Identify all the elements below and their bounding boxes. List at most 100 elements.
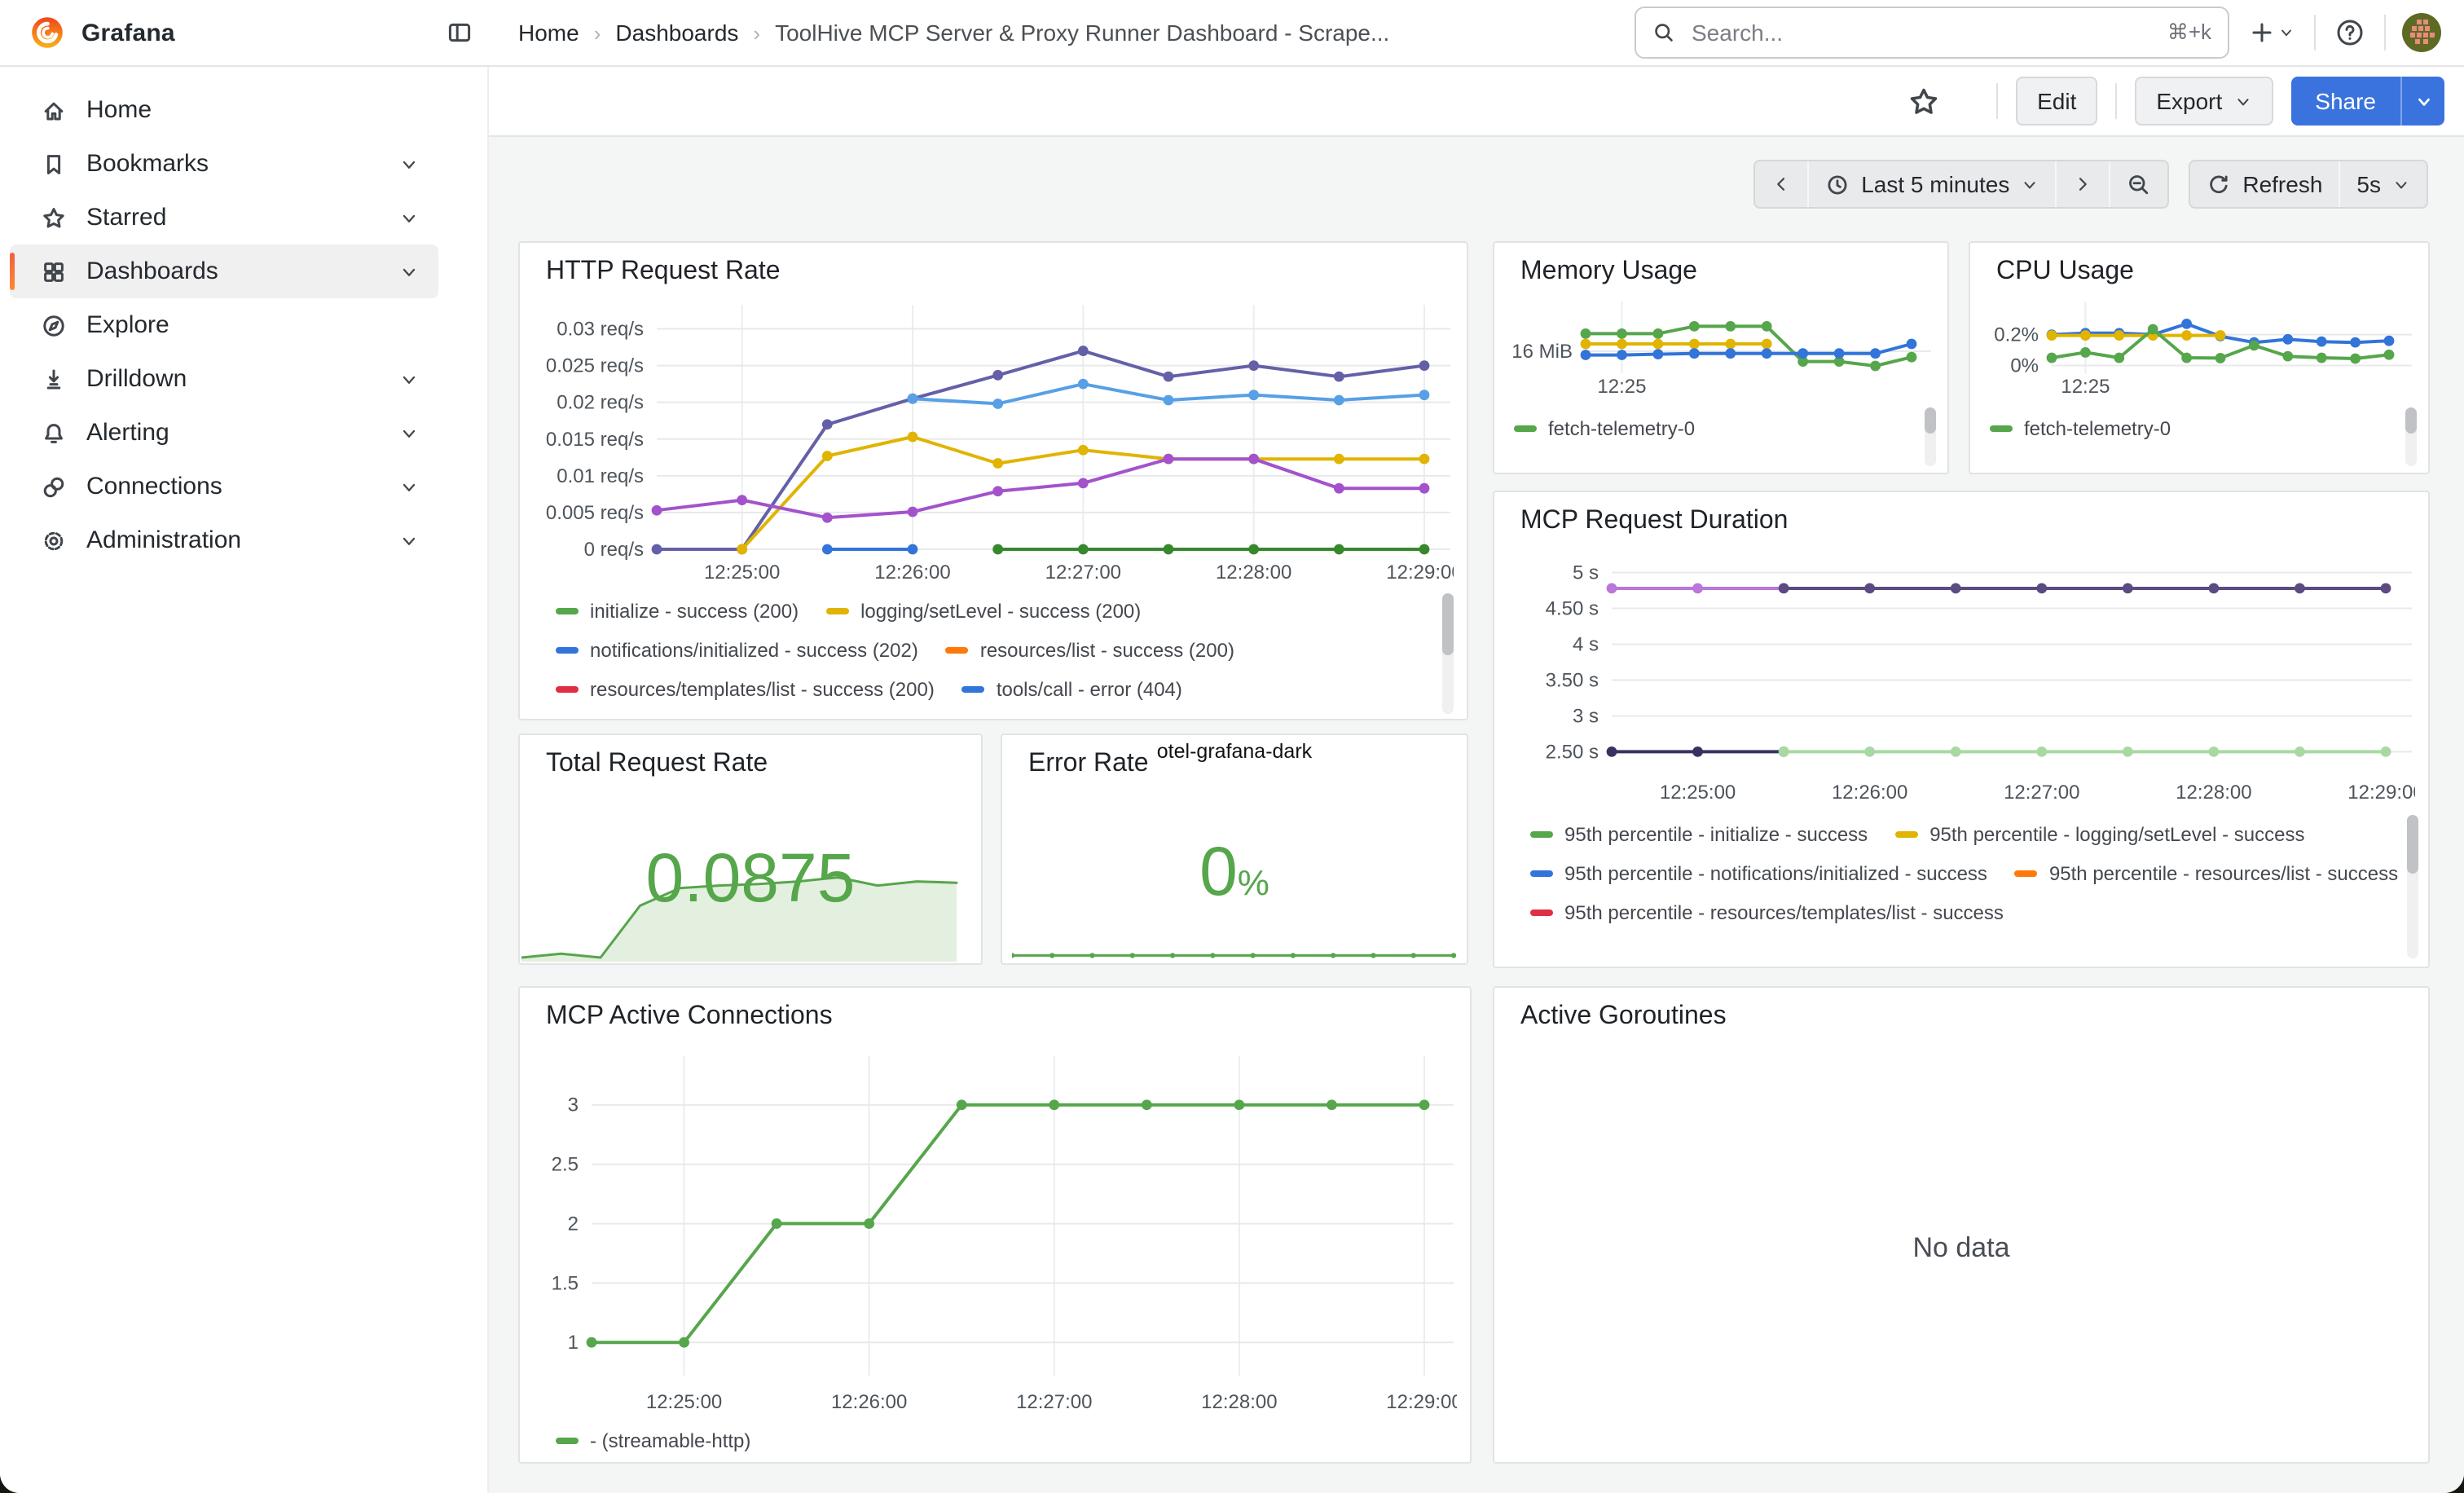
legend-item[interactable]: tools/call - error (404) (962, 670, 1182, 709)
panel-mcp-active-connections: MCP Active Connections 32.521.5112:25:00… (518, 986, 1472, 1464)
legend-swatch (1895, 831, 1918, 838)
time-range-picker[interactable]: Last 5 minutes (1807, 161, 2055, 207)
compass-icon (41, 312, 67, 338)
sidebar-item-bookmarks[interactable]: Bookmarks (0, 137, 438, 191)
sidebar-item-connections[interactable]: Connections (0, 460, 438, 513)
legend-swatch (2015, 870, 2038, 877)
share-menu-button[interactable] (2400, 77, 2444, 126)
refresh-interval-picker[interactable]: 5s (2339, 161, 2427, 207)
legend-item[interactable]: tools/call - success (200) (556, 709, 805, 719)
svg-text:0.01 req/s: 0.01 req/s (557, 465, 644, 487)
svg-text:0 req/s: 0 req/s (584, 539, 644, 561)
sidebar-item-alerting[interactable]: Alerting (0, 406, 438, 460)
bell-icon (41, 420, 67, 446)
chevron-down-icon (399, 369, 419, 389)
legend-item[interactable]: initialize - success (200) (556, 592, 799, 631)
help-button[interactable] (2332, 15, 2368, 51)
gear-icon (41, 527, 67, 553)
legend-scrollbar-thumb[interactable] (2407, 815, 2418, 874)
chevron-down-icon (399, 262, 419, 281)
time-back-button[interactable] (1755, 161, 1807, 207)
panel-title[interactable]: Active Goroutines (1494, 988, 2428, 1043)
panel-title[interactable]: Memory Usage (1494, 243, 1947, 298)
refresh-group: Refresh 5s (2189, 160, 2428, 209)
sidebar-item-home[interactable]: Home (0, 83, 438, 137)
svg-text:16 MiB: 16 MiB (1511, 341, 1573, 363)
sidebar-item-label: Connections (86, 473, 222, 500)
share-split-button: Share (2290, 77, 2444, 126)
error-rate-sparkline (1012, 940, 1457, 960)
legend-item[interactable]: 95th percentile - notifications/initiali… (1530, 854, 1987, 893)
svg-text:12:28:00: 12:28:00 (2176, 782, 2251, 804)
legend-scrollbar-thumb[interactable] (1925, 407, 1936, 434)
panel-title[interactable]: HTTP Request Rate (520, 243, 1467, 298)
divider (2314, 15, 2316, 51)
home-icon (41, 97, 67, 123)
legend-item[interactable]: notifications/initialized - success (202… (556, 631, 918, 670)
no-data-message: No data (1494, 1232, 2428, 1265)
legend-swatch (1530, 831, 1553, 838)
panel-collapse-icon (447, 20, 473, 46)
legend-item[interactable]: logging/setLevel - success (200) (826, 592, 1141, 631)
search-box[interactable]: ⌘+k (1635, 7, 2229, 59)
export-button[interactable]: Export (2135, 77, 2273, 126)
svg-text:0.015 req/s: 0.015 req/s (546, 429, 644, 451)
sidebar-item-starred[interactable]: Starred (0, 191, 438, 244)
avatar-image (2402, 13, 2441, 52)
legend-label: resources/list - success (200) (980, 639, 1234, 662)
legend-item[interactable]: 95th percentile - logging/setLevel - suc… (1895, 815, 2304, 854)
svg-text:12:26:00: 12:26:00 (874, 562, 950, 584)
sidebar-item-label: Explore (86, 311, 169, 339)
mcp-request-duration-chart: 5 s4.50 s4 s3.50 s3 s2.50 s12:25:0012:26… (1511, 548, 2415, 808)
zoom-out-button[interactable] (2109, 161, 2167, 207)
breadcrumb-dashboards[interactable]: Dashboards (615, 20, 738, 46)
legend-scrollbar-thumb[interactable] (2405, 407, 2417, 434)
sidebar-item-label: Drilldown (86, 365, 187, 393)
error-rate-unit: % (1238, 862, 1269, 903)
chevron-down-icon (399, 531, 419, 550)
svg-text:12:27:00: 12:27:00 (2004, 782, 2079, 804)
time-forward-button[interactable] (2055, 161, 2109, 207)
sidebar-item-administration[interactable]: Administration (0, 513, 438, 567)
legend-scrollbar-thumb[interactable] (1442, 593, 1454, 655)
svg-text:0.02 req/s: 0.02 req/s (557, 392, 644, 414)
sidebar-item-drilldown[interactable]: Drilldown (0, 352, 438, 406)
legend-label: tools/call - error (404) (997, 678, 1182, 701)
share-button[interactable]: Share (2290, 77, 2400, 126)
legend-item[interactable]: - (streamable-http) (556, 1421, 750, 1460)
divider (1996, 83, 1998, 119)
star-dashboard-button[interactable] (1905, 82, 1943, 120)
legend-item[interactable]: 95th percentile - resources/templates/li… (1530, 893, 2004, 932)
legend-item[interactable]: unknown - success (200) (1105, 709, 1357, 719)
panel-title[interactable]: Total Request Rate (520, 735, 981, 791)
sidebar: Home Bookmarks Starred (0, 67, 489, 1493)
svg-text:12:25: 12:25 (1597, 376, 1646, 398)
panel-title[interactable]: CPU Usage (1970, 243, 2428, 298)
cpu-legend: fetch-telemetry-0 (1990, 409, 2402, 448)
panel-title[interactable]: MCP Active Connections (520, 988, 1470, 1043)
sidebar-item-dashboards[interactable]: Dashboards (10, 244, 438, 298)
refresh-button[interactable]: Refresh (2190, 161, 2339, 207)
legend-item[interactable]: 95th percentile - resources/list - succe… (2015, 854, 2398, 893)
panel-title[interactable]: MCP Request Duration (1494, 492, 2428, 548)
svg-text:12:29:00: 12:29:00 (2347, 782, 2415, 804)
time-range-group: Last 5 minutes (1753, 160, 2169, 209)
user-avatar[interactable] (2402, 13, 2441, 52)
breadcrumb-home[interactable]: Home (518, 20, 579, 46)
legend-item[interactable]: resources/templates/list - success (200) (556, 670, 935, 709)
search-shortcut: ⌘+k (2167, 20, 2211, 46)
panel-memory-usage: Memory Usage 16 MiB 12:25 fetch-telemetry… (1493, 241, 1949, 474)
edit-button[interactable]: Edit (2016, 77, 2097, 126)
sidebar-collapse-button[interactable] (447, 20, 473, 46)
legend-item[interactable]: fetch-telemetry-0 (1990, 409, 2171, 448)
connections-legend: - (streamable-http) (556, 1421, 1444, 1464)
legend-item[interactable]: resources/list - success (200) (946, 631, 1234, 670)
add-button[interactable] (2246, 16, 2298, 49)
legend-item[interactable]: 95th percentile - initialize - success (1530, 815, 1868, 854)
search-input[interactable] (1688, 18, 2154, 47)
brand[interactable]: Grafana (0, 15, 420, 51)
legend-item[interactable]: fetch-telemetry-0 (1514, 409, 1695, 448)
sidebar-item-explore[interactable]: Explore (0, 298, 438, 352)
legend-item[interactable]: tools/list - success (200) (833, 709, 1076, 719)
legend-label: resources/templates/list - success (200) (590, 678, 935, 701)
